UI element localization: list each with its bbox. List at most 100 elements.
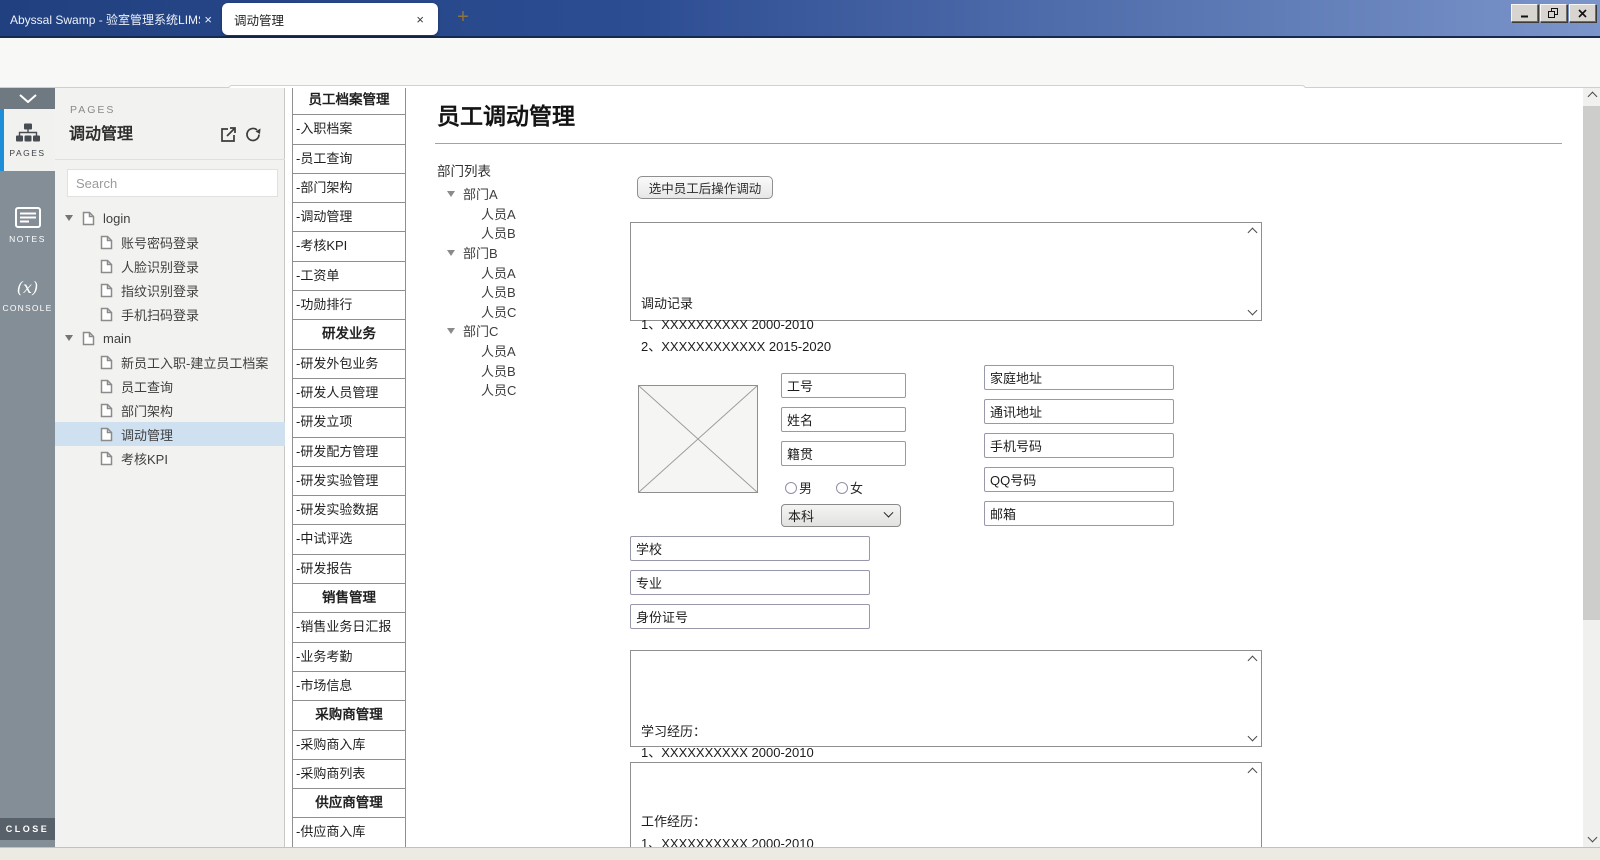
menu-item[interactable]: -研发实验管理 [292, 466, 406, 496]
document-icon [100, 259, 113, 274]
email-field[interactable] [984, 501, 1174, 526]
menu-item[interactable]: -部门架构 [292, 173, 406, 203]
transfer-action-button[interactable]: 选中员工后操作调动 [637, 176, 773, 199]
caret-down-icon[interactable] [447, 191, 455, 197]
export-icon[interactable] [220, 126, 237, 143]
search-input[interactable] [67, 169, 278, 197]
tree-node-department-structure[interactable]: 部门架构 [55, 398, 285, 422]
dept-member[interactable]: 人员A [443, 341, 593, 361]
menu-item[interactable]: -中试评选 [292, 524, 406, 554]
radio-icon[interactable] [836, 482, 848, 494]
dept-member[interactable]: 人员A [443, 262, 593, 282]
dept-member[interactable]: 人员B [443, 223, 593, 243]
sidebar-close-button[interactable]: CLOSE [0, 818, 55, 840]
scroll-up-icon[interactable] [1248, 656, 1258, 666]
gender-radio-female[interactable]: 女 [836, 478, 863, 497]
mailing-address-field[interactable] [984, 399, 1174, 424]
work-history-textarea[interactable]: 工作经历： 1、XXXXXXXXXX 2000-2010 2、XXXXXXXXX… [630, 762, 1262, 847]
transfer-records-text: 调动记录 1、XXXXXXXXXX 2000-2010 2、XXXXXXXXXX… [641, 293, 1239, 358]
scroll-up-icon[interactable] [1248, 228, 1258, 238]
qq-field[interactable] [984, 467, 1174, 492]
dept-member[interactable]: 人员B [443, 360, 593, 380]
tree-node-transfer-management-selected[interactable]: 调动管理 [55, 422, 285, 446]
scroll-up-icon[interactable] [1248, 768, 1258, 778]
scrollbar-thumb[interactable] [1583, 106, 1600, 620]
menu-item[interactable]: -研发配方管理 [292, 437, 406, 467]
tree-node-label: 人脸识别登录 [121, 257, 199, 276]
menu-item[interactable]: -工资单 [292, 261, 406, 291]
dept-member[interactable]: 人员A [443, 204, 593, 224]
major-field[interactable] [630, 570, 870, 595]
menu-item[interactable]: -销售业务日汇报 [292, 612, 406, 642]
tree-node-employee-query[interactable]: 员工查询 [55, 374, 285, 398]
sidebar-item-pages[interactable]: PAGES [0, 109, 55, 171]
document-icon [100, 355, 113, 370]
gender-radio-male[interactable]: 男 [785, 478, 812, 497]
menu-item[interactable]: -考核KPI [292, 231, 406, 261]
school-field[interactable] [630, 536, 870, 561]
menu-item[interactable]: -调动管理 [292, 202, 406, 232]
tab-transfer-management[interactable]: 调动管理 × [222, 3, 438, 35]
horizontal-scrollbar[interactable] [0, 847, 1600, 860]
scroll-down-icon[interactable] [1248, 732, 1258, 742]
mobile-field[interactable] [984, 433, 1174, 458]
employee-no-field[interactable] [781, 373, 906, 398]
close-button[interactable] [1569, 4, 1596, 22]
tree-node-login[interactable]: login [55, 206, 285, 230]
menu-item[interactable]: -研发立项 [292, 407, 406, 437]
transfer-records-textarea[interactable]: 调动记录 1、XXXXXXXXXX 2000-2010 2、XXXXXXXXXX… [630, 222, 1262, 321]
study-history-textarea[interactable]: 学习经历： 1、XXXXXXXXXX 2000-2010 2、XXXXXXXXX… [630, 650, 1262, 747]
menu-item[interactable]: -研发人员管理 [292, 378, 406, 408]
tab-lims[interactable]: Abyssal Swamp - 验室管理系统LIMS × [10, 6, 216, 32]
menu-item[interactable]: -采购商入库 [292, 730, 406, 760]
dept-member[interactable]: 人员B [443, 282, 593, 302]
refresh-icon[interactable] [244, 126, 262, 143]
caret-down-icon[interactable] [447, 250, 455, 256]
tree-node-kpi[interactable]: 考核KPI [55, 446, 285, 470]
caret-down-icon[interactable] [65, 335, 73, 341]
dept-node[interactable]: 部门A [443, 184, 593, 204]
tree-node-qr-login[interactable]: 手机扫码登录 [55, 302, 285, 326]
sidebar-collapse-button[interactable] [0, 88, 55, 109]
menu-item[interactable]: -员工查询 [292, 144, 406, 174]
tree-node-main[interactable]: main [55, 326, 285, 350]
caret-down-icon[interactable] [65, 215, 73, 221]
menu-item[interactable]: -市场信息 [292, 671, 406, 701]
tree-node-new-employee[interactable]: 新员工入职-建立员工档案 [55, 350, 285, 374]
menu-item[interactable]: -采购商列表 [292, 759, 406, 789]
minimize-button[interactable] [1511, 4, 1538, 22]
dept-member[interactable]: 人员C [443, 302, 593, 322]
dept-node[interactable]: 部门B [443, 243, 593, 263]
new-tab-button[interactable]: + [452, 7, 474, 29]
tree-node-password-login[interactable]: 账号密码登录 [55, 230, 285, 254]
scroll-down-icon[interactable] [1248, 306, 1258, 316]
education-select[interactable]: 本科 [781, 504, 901, 527]
menu-item[interactable]: -研发报告 [292, 554, 406, 584]
menu-item[interactable]: -供应商入库 [292, 817, 406, 847]
native-place-field[interactable] [781, 441, 906, 466]
caret-down-icon[interactable] [447, 328, 455, 334]
home-address-field[interactable] [984, 365, 1174, 390]
tree-node-fingerprint-login[interactable]: 指纹识别登录 [55, 278, 285, 302]
menu-item[interactable]: -功勋排行 [292, 290, 406, 320]
menu-item[interactable]: -研发外包业务 [292, 349, 406, 379]
id-number-field[interactable] [630, 604, 870, 629]
menu-item[interactable]: -业务考勤 [292, 642, 406, 672]
dept-member[interactable]: 人员C [443, 380, 593, 400]
menu-item[interactable]: -研发实验数据 [292, 495, 406, 525]
tab-close-icon[interactable]: × [412, 11, 428, 28]
divider [55, 159, 285, 160]
scroll-up-icon[interactable] [1587, 92, 1597, 102]
vertical-scrollbar[interactable] [1583, 88, 1600, 847]
sidebar-item-console[interactable]: (x) CONSOLE [0, 266, 55, 324]
tab-close-icon[interactable]: × [200, 11, 216, 28]
dept-node[interactable]: 部门C [443, 321, 593, 341]
menu-item[interactable]: -入职档案 [292, 114, 406, 144]
scroll-down-icon[interactable] [1587, 833, 1597, 843]
restore-button[interactable] [1540, 4, 1567, 22]
sidebar-item-notes[interactable]: NOTES [0, 193, 55, 251]
tree-node-face-login[interactable]: 人脸识别登录 [55, 254, 285, 278]
chevron-down-icon [884, 508, 894, 518]
name-field[interactable] [781, 407, 906, 432]
radio-icon[interactable] [785, 482, 797, 494]
